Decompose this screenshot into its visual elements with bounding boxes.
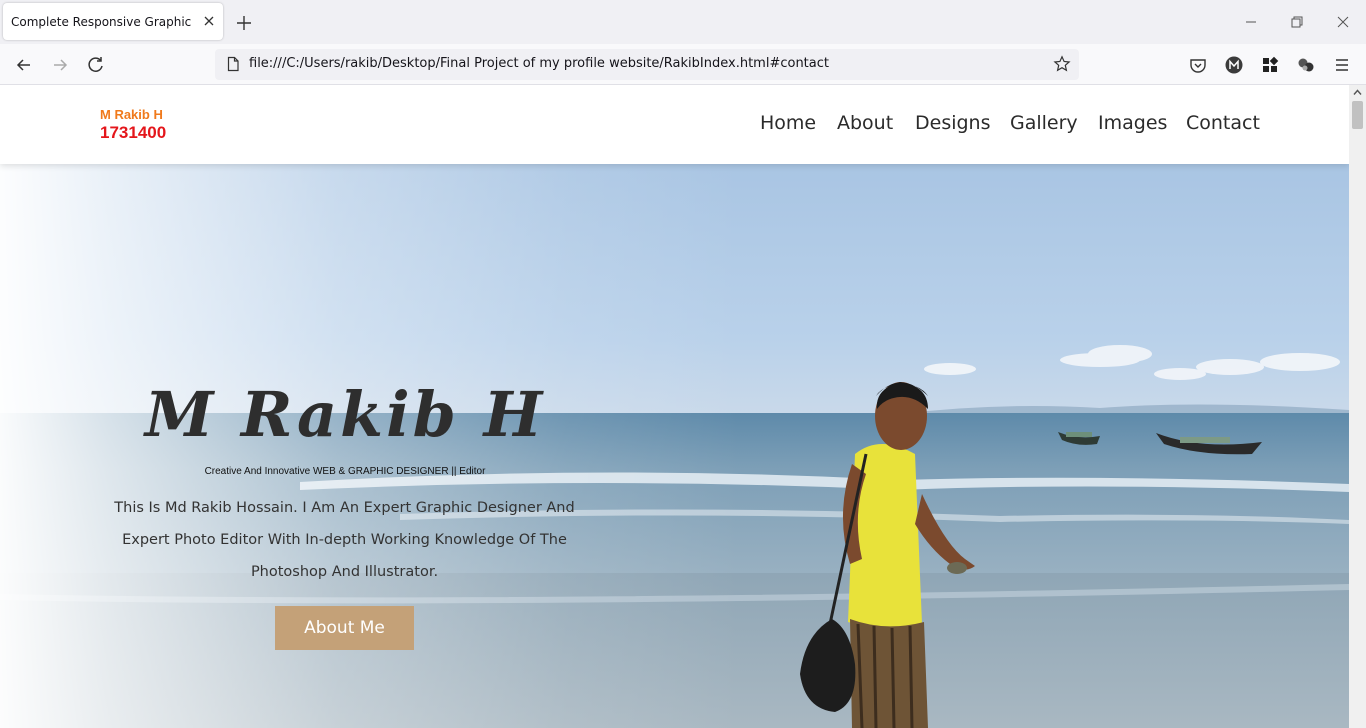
browser-tab[interactable]: Complete Responsive Graphic and xyxy=(3,3,223,40)
nav-gallery[interactable]: Gallery xyxy=(1010,112,1078,134)
bookmark-star-icon[interactable] xyxy=(1053,55,1071,73)
minimize-icon[interactable] xyxy=(1241,12,1261,32)
tab-strip: Complete Responsive Graphic and xyxy=(0,0,1366,44)
address-bar[interactable]: file:///C:/Users/rakib/Desktop/Final Pro… xyxy=(215,49,1079,80)
back-icon[interactable] xyxy=(13,54,35,76)
nav-designs[interactable]: Designs xyxy=(915,112,991,134)
url-text: file:///C:/Users/rakib/Desktop/Final Pro… xyxy=(249,56,829,71)
nav-contact[interactable]: Contact xyxy=(1186,112,1260,134)
new-tab-icon[interactable] xyxy=(233,12,255,34)
hero-section: M Rakib H Creative And Innovative WEB & … xyxy=(0,164,1349,728)
close-window-icon[interactable] xyxy=(1333,12,1353,32)
about-me-button[interactable]: About Me xyxy=(275,606,414,650)
menu-icon[interactable] xyxy=(1332,55,1352,75)
hero-title: M Rakib H xyxy=(144,378,546,451)
logo-id: 1731400 xyxy=(100,123,167,142)
scroll-up-arrow-icon[interactable] xyxy=(1353,88,1362,97)
navigation-toolbar: file:///C:/Users/rakib/Desktop/Final Pro… xyxy=(0,44,1366,85)
hero-description: This Is Md Rakib Hossain. I Am An Expert… xyxy=(114,500,575,580)
nav-images[interactable]: Images xyxy=(1098,112,1167,134)
pocket-icon[interactable] xyxy=(1188,55,1208,75)
page-viewport: M Rakib H 1731400 Home About Designs Gal… xyxy=(0,85,1349,728)
site-header: M Rakib H 1731400 Home About Designs Gal… xyxy=(0,85,1349,164)
close-tab-icon[interactable] xyxy=(201,13,217,29)
page-icon xyxy=(227,56,239,72)
site-logo[interactable]: M Rakib H 1731400 xyxy=(100,107,166,143)
restore-icon[interactable] xyxy=(1287,12,1307,32)
nav-about[interactable]: About xyxy=(837,112,893,134)
logo-name: M Rakib H xyxy=(100,107,163,122)
extensions-icon[interactable] xyxy=(1296,55,1316,75)
tab-title: Complete Responsive Graphic and xyxy=(11,14,195,29)
apps-extension-icon[interactable] xyxy=(1260,55,1280,75)
hero-subtitle: Creative And Innovative WEB & GRAPHIC DE… xyxy=(204,466,486,477)
scrollbar-thumb[interactable] xyxy=(1352,101,1363,129)
nav-home[interactable]: Home xyxy=(760,112,816,134)
account-extension-icon[interactable] xyxy=(1224,55,1244,75)
page-scrollbar[interactable] xyxy=(1349,85,1366,728)
forward-icon[interactable] xyxy=(49,54,71,76)
reload-icon[interactable] xyxy=(85,54,107,76)
